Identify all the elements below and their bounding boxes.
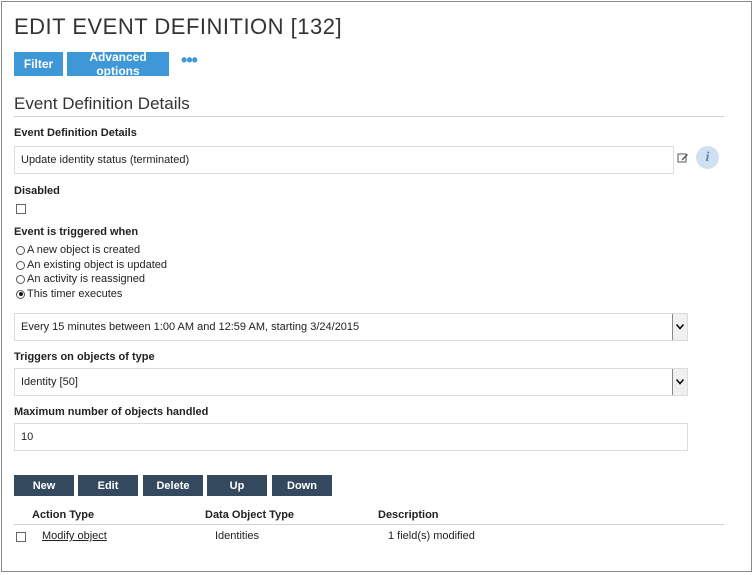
more-options-button[interactable]: ••• (178, 51, 200, 72)
column-header-action-type[interactable]: Action Type (32, 509, 94, 521)
delete-button[interactable]: Delete (143, 475, 203, 496)
data-object-type-cell: Identities (215, 530, 260, 542)
object-type-label: Triggers on objects of type (14, 351, 155, 363)
max-objects-field[interactable]: 10 (14, 423, 688, 451)
column-header-data-object-type[interactable]: Data Object Type (205, 509, 294, 521)
details-value: Update identity status (terminated) (21, 154, 190, 166)
window-frame: EDIT EVENT DEFINITION [132] Filter Advan… (1, 1, 752, 572)
radio-button[interactable] (16, 260, 25, 270)
trigger-option-activity-reassigned[interactable]: An activity is reassigned (16, 273, 145, 285)
trigger-option-label: This timer executes (27, 288, 123, 300)
trigger-option-object-updated[interactable]: An existing object is updated (16, 259, 167, 271)
trigger-option-timer[interactable]: This timer executes (16, 288, 122, 300)
row-checkbox[interactable] (16, 532, 26, 542)
section-title: Event Definition Details (14, 94, 190, 113)
action-type-link[interactable]: Modify object (42, 530, 107, 542)
down-button[interactable]: Down (272, 475, 332, 496)
filter-button[interactable]: Filter (14, 52, 63, 76)
page-title: EDIT EVENT DEFINITION [132] (14, 14, 343, 39)
radio-button[interactable] (16, 274, 25, 284)
info-icon[interactable]: i (696, 146, 719, 169)
description-cell: 1 field(s) modified (388, 530, 475, 542)
radio-button-selected[interactable] (16, 289, 25, 299)
chevron-down-icon[interactable] (672, 314, 687, 340)
column-header-description[interactable]: Description (378, 509, 439, 521)
chevron-down-icon[interactable] (672, 369, 687, 395)
object-type-value: Identity [50] (21, 376, 78, 388)
trigger-option-label: A new object is created (27, 244, 141, 256)
radio-button[interactable] (16, 245, 25, 255)
trigger-option-new-object[interactable]: A new object is created (16, 244, 140, 256)
details-label: Event Definition Details (14, 127, 137, 139)
details-field[interactable]: Update identity status (terminated) (14, 146, 674, 174)
object-type-select[interactable]: Identity [50] (14, 368, 688, 396)
disabled-checkbox[interactable] (16, 204, 26, 214)
schedule-select[interactable]: Every 15 minutes between 1:00 AM and 12:… (14, 313, 688, 341)
trigger-label: Event is triggered when (14, 226, 139, 238)
advanced-options-button[interactable]: Advanced options (67, 50, 169, 78)
max-objects-label: Maximum number of objects handled (14, 406, 209, 418)
disabled-label: Disabled (14, 185, 60, 197)
schedule-value: Every 15 minutes between 1:00 AM and 12:… (21, 321, 360, 333)
max-objects-value: 10 (21, 431, 34, 443)
table-header-divider (14, 524, 724, 525)
trigger-option-label: An existing object is updated (27, 259, 168, 271)
edit-button[interactable]: Edit (78, 475, 138, 496)
section-divider (14, 116, 724, 117)
new-button[interactable]: New (14, 475, 74, 496)
edit-icon[interactable] (677, 151, 689, 163)
trigger-option-label: An activity is reassigned (27, 273, 145, 285)
up-button[interactable]: Up (207, 475, 267, 496)
